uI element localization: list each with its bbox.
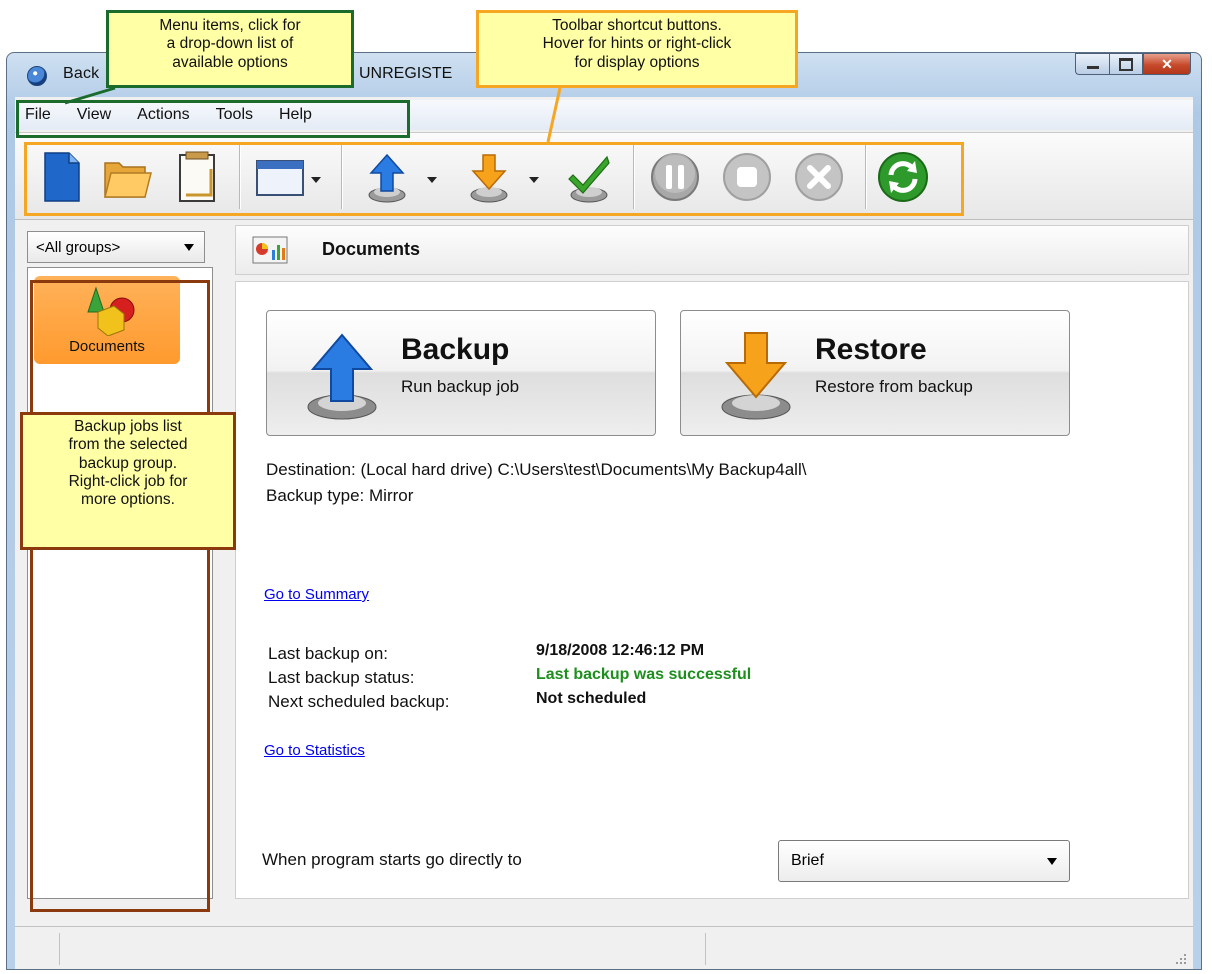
go-to-summary-link[interactable]: Go to Summary bbox=[264, 586, 369, 603]
restore-button[interactable]: Restore Restore from backup bbox=[680, 310, 1070, 436]
resize-grip-icon[interactable] bbox=[1173, 951, 1187, 965]
status-bar-separator bbox=[59, 933, 60, 965]
close-icon: ✕ bbox=[1161, 55, 1173, 72]
last-backup-value: 9/18/2008 12:46:12 PM bbox=[536, 642, 705, 659]
chevron-down-icon bbox=[1047, 858, 1057, 865]
jobs-callout: Backup jobs list from the selected backu… bbox=[20, 412, 236, 550]
last-status-value: Last backup was successful bbox=[536, 666, 752, 683]
job-header: Documents bbox=[235, 225, 1189, 275]
jobs-list-highlight bbox=[30, 280, 210, 912]
job-summary-icon bbox=[252, 236, 288, 264]
restore-large-icon bbox=[721, 332, 791, 420]
menu-callout-pointer bbox=[64, 86, 116, 105]
backup-large-icon bbox=[307, 333, 377, 420]
maximize-icon bbox=[1119, 57, 1133, 71]
jobs-callout-line: backup group. bbox=[78, 454, 178, 472]
menu-callout: Menu items, click for a drop-down list o… bbox=[106, 10, 354, 88]
backup-button[interactable]: Backup Run backup job bbox=[266, 310, 656, 436]
app-icon bbox=[27, 66, 47, 86]
group-select[interactable]: <All groups> bbox=[27, 231, 205, 263]
job-details-panel: Backup Run backup job Restore Restore fr… bbox=[235, 281, 1189, 899]
window-title-end: UNREGISTE bbox=[359, 65, 453, 82]
toolbar-callout: Toolbar shortcut buttons. Hover for hint… bbox=[476, 10, 798, 88]
last-backup-label: Last backup on: bbox=[268, 644, 389, 663]
jobs-callout-line: more options. bbox=[81, 491, 175, 509]
jobs-callout-line: from the selected bbox=[68, 436, 188, 454]
backup-type-text: Backup type: Mirror bbox=[266, 486, 414, 505]
next-backup-value: Not scheduled bbox=[536, 690, 647, 707]
restore-title: Restore bbox=[815, 333, 927, 366]
menu-callout-line: a drop-down list of bbox=[166, 35, 294, 53]
toolbar-callout-line: Toolbar shortcut buttons. bbox=[552, 17, 722, 34]
status-bar bbox=[15, 926, 1193, 969]
window-title-start: Back bbox=[63, 65, 100, 82]
restore-subtitle: Restore from backup bbox=[815, 377, 973, 396]
last-status-label: Last backup status: bbox=[268, 668, 415, 687]
backup-subtitle: Run backup job bbox=[401, 377, 520, 396]
menu-callout-line: Menu items, click for bbox=[159, 17, 301, 34]
close-button[interactable]: ✕ bbox=[1143, 53, 1191, 75]
next-backup-label: Next scheduled backup: bbox=[268, 692, 450, 711]
toolbar-callout-line: for display options bbox=[574, 53, 700, 71]
startup-select-value: Brief bbox=[791, 852, 824, 869]
toolbar-callout-pointer bbox=[546, 87, 562, 143]
destination-text: Destination: (Local hard drive) C:\Users… bbox=[266, 460, 807, 479]
group-select-value: <All groups> bbox=[36, 238, 121, 256]
chevron-down-icon bbox=[184, 244, 194, 251]
status-bar-separator bbox=[705, 933, 706, 965]
go-to-statistics-link[interactable]: Go to Statistics bbox=[264, 742, 365, 759]
maximize-button[interactable] bbox=[1109, 53, 1143, 75]
backup-title: Backup bbox=[401, 333, 510, 366]
minimize-button[interactable] bbox=[1075, 53, 1109, 75]
menu-callout-line: available options bbox=[172, 53, 288, 71]
toolbar-highlight bbox=[24, 142, 964, 216]
toolbar-callout-line: Hover for hints or right-click bbox=[542, 35, 732, 53]
startup-label: When program starts go directly to bbox=[262, 850, 522, 869]
jobs-callout-line: Backup jobs list bbox=[74, 418, 182, 435]
job-title: Documents bbox=[322, 239, 421, 259]
jobs-callout-line: Right-click job for bbox=[68, 472, 188, 490]
startup-select[interactable]: Brief bbox=[778, 840, 1070, 882]
minimize-icon bbox=[1086, 65, 1099, 69]
